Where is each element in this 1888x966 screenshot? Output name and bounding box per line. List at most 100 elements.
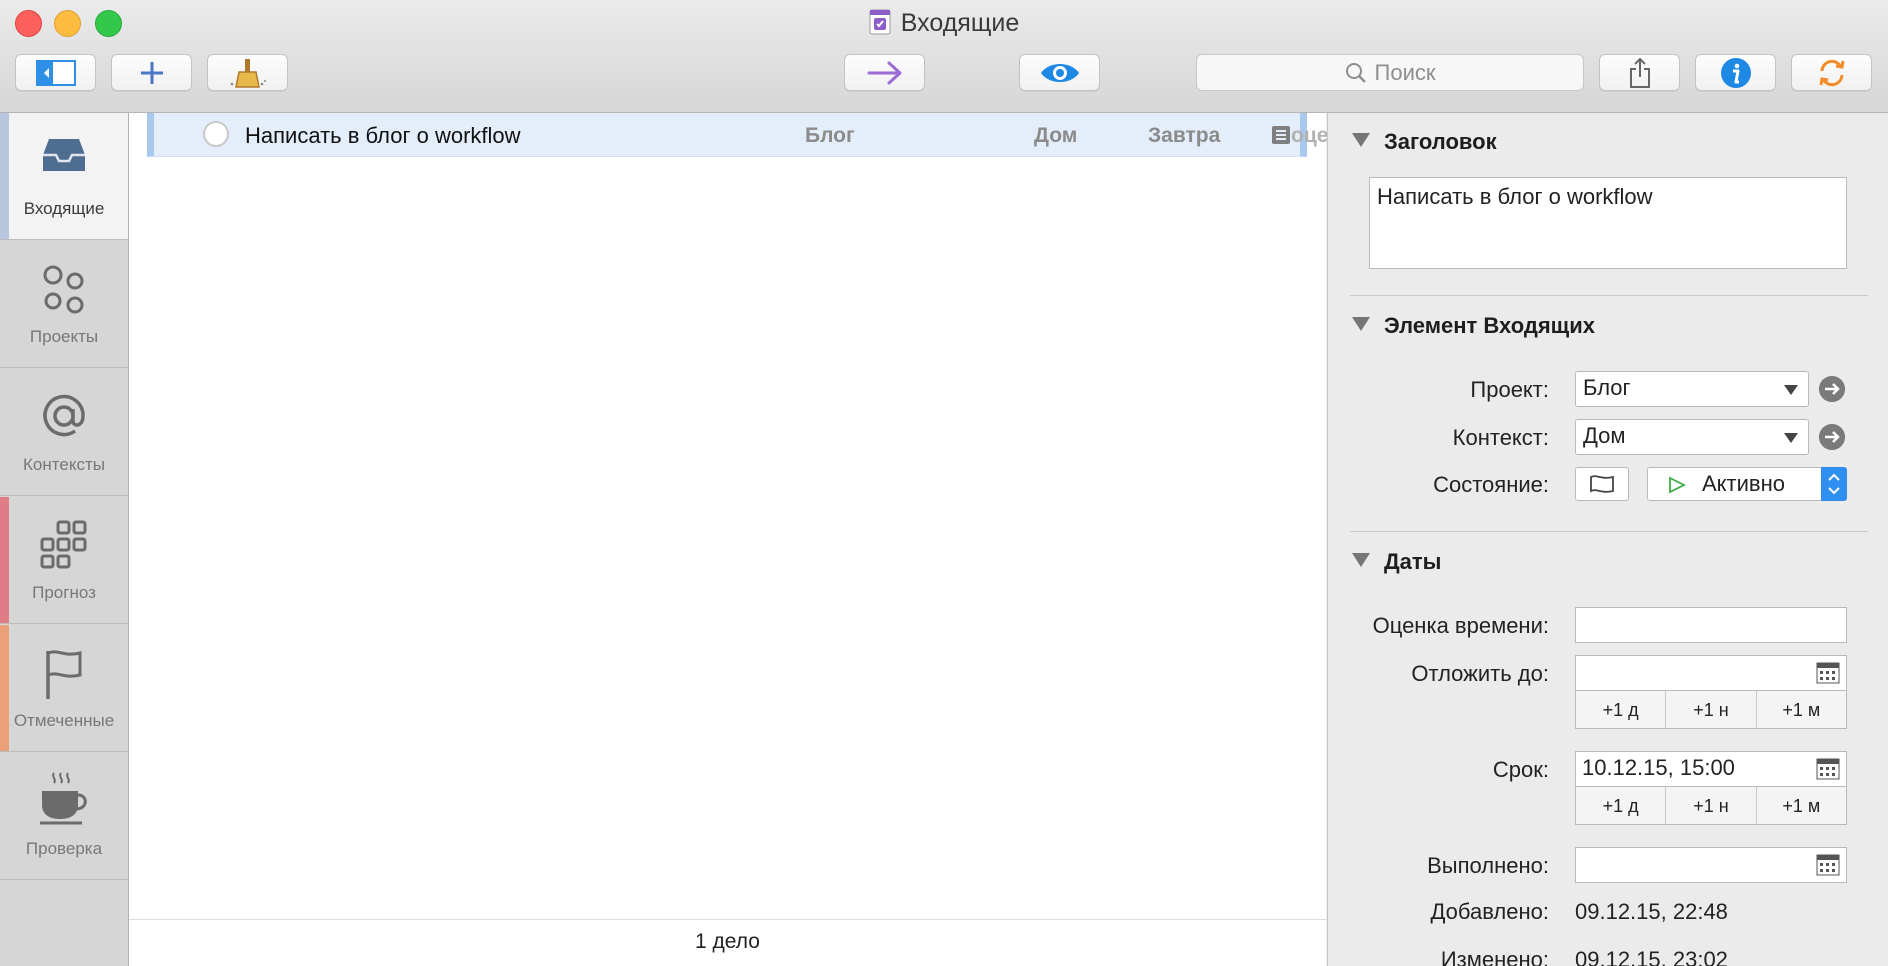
share-button[interactable] xyxy=(1599,54,1680,91)
sync-button[interactable] xyxy=(1791,54,1872,91)
sidebar-item-inbox[interactable]: Входящие xyxy=(0,113,128,240)
list-status-bar: 1 дело xyxy=(129,919,1326,966)
disclosure-triangle-icon[interactable] xyxy=(1352,553,1370,567)
inbox-color-stripe xyxy=(0,113,9,239)
modified-label: Изменено: xyxy=(1440,947,1549,966)
sidebar-item-flagged[interactable]: Отмеченные xyxy=(0,625,128,752)
go-to-context-icon[interactable] xyxy=(1819,424,1845,450)
sidebar-item-projects[interactable]: Проекты xyxy=(0,241,128,368)
task-title[interactable]: Написать в блог о workflow xyxy=(245,123,521,149)
task-row[interactable]: Написать в блог о workflow Блог Дом Завт… xyxy=(147,113,1369,157)
new-item-button[interactable] xyxy=(111,54,192,91)
sidebar-item-label: Контексты xyxy=(23,455,105,474)
note-icon[interactable] xyxy=(1272,126,1290,144)
inspector-panel: Заголовок Написать в блог о workflow Эле… xyxy=(1327,113,1888,966)
completed-date-field[interactable] xyxy=(1575,847,1847,883)
estimate-field[interactable] xyxy=(1575,607,1847,643)
task-list: Написать в блог о workflow Блог Дом Завт… xyxy=(129,113,1369,966)
window-title-text: Входящие xyxy=(900,9,1020,37)
share-icon xyxy=(1629,57,1650,88)
flag-toggle-button[interactable] xyxy=(1575,467,1629,501)
toggle-sidebar-button[interactable] xyxy=(15,54,96,91)
task-complete-checkbox[interactable] xyxy=(203,121,229,147)
move-button[interactable] xyxy=(844,54,925,91)
coffee-cup-icon xyxy=(40,772,87,825)
forecast-grid-icon xyxy=(40,520,87,569)
go-to-project-icon[interactable] xyxy=(1819,376,1845,402)
search-field[interactable]: Поиск xyxy=(1196,54,1584,91)
task-context[interactable]: Дом xyxy=(1034,123,1077,149)
sidebar-item-label: Прогноз xyxy=(32,583,96,602)
omnifocus-document-icon xyxy=(869,9,891,35)
defer-plus-month-button[interactable]: +1 м xyxy=(1757,691,1846,728)
context-label: Контекст: xyxy=(1452,425,1549,450)
sync-icon xyxy=(1819,59,1844,86)
title-textarea[interactable]: Написать в блог о workflow xyxy=(1369,177,1847,269)
sidebar-item-review[interactable]: Проверка xyxy=(0,753,128,880)
dates-section-header[interactable]: Даты xyxy=(1352,549,1441,575)
title-section-header[interactable]: Заголовок xyxy=(1352,129,1497,155)
status-label: Состояние: xyxy=(1433,472,1549,497)
item-count: 1 дело xyxy=(695,930,760,953)
calendar-icon[interactable] xyxy=(1816,854,1840,876)
view-options-button[interactable] xyxy=(1019,54,1100,91)
defer-plus-week-button[interactable]: +1 н xyxy=(1666,691,1757,728)
due-plus-month-button[interactable]: +1 м xyxy=(1757,787,1846,824)
clean-up-button[interactable] xyxy=(207,54,288,91)
defer-label: Отложить до: xyxy=(1411,661,1549,686)
chevron-down-icon xyxy=(1784,385,1798,395)
projects-circles-icon xyxy=(43,265,84,314)
defer-stepper-group: +1 д +1 н +1 м xyxy=(1575,691,1847,729)
inbox-tray-icon xyxy=(43,139,85,171)
status-popup[interactable]: Активно xyxy=(1647,467,1847,501)
inspector-button[interactable] xyxy=(1695,54,1776,91)
added-label: Добавлено: xyxy=(1430,899,1549,924)
modified-value: 09.12.15, 23:02 xyxy=(1575,947,1728,966)
estimate-label: Оценка времени: xyxy=(1372,613,1549,638)
calendar-icon[interactable] xyxy=(1816,662,1840,684)
defer-date-field[interactable] xyxy=(1575,655,1847,691)
due-plus-day-button[interactable]: +1 д xyxy=(1576,787,1667,824)
task-project[interactable]: Блог xyxy=(805,123,855,149)
sidebar-item-label: Отмеченные xyxy=(13,711,115,730)
flag-outline-icon xyxy=(1590,475,1614,493)
at-sign-icon xyxy=(43,394,85,437)
project-label: Проект: xyxy=(1470,377,1549,402)
sidebar-item-label: Входящие xyxy=(23,199,105,218)
context-popup[interactable]: Дом xyxy=(1575,419,1809,455)
added-value: 09.12.15, 22:48 xyxy=(1575,899,1728,924)
section-divider xyxy=(1350,295,1868,296)
sidebar-toggle-icon xyxy=(35,59,76,86)
window-title: Входящие xyxy=(0,6,1888,40)
perspectives-sidebar: Входящие Проекты Контексты Прогноз Отмеч… xyxy=(0,113,129,966)
chevron-down-icon xyxy=(1784,433,1798,443)
sidebar-item-contexts[interactable]: Контексты xyxy=(0,369,128,496)
project-popup[interactable]: Блог xyxy=(1575,371,1809,407)
sidebar-item-label: Проверка xyxy=(25,839,103,858)
search-placeholder: Поиск xyxy=(1374,59,1436,85)
eye-icon xyxy=(1040,63,1079,82)
calendar-icon[interactable] xyxy=(1816,758,1840,780)
task-due-date[interactable]: Завтра xyxy=(1148,123,1220,149)
arrow-right-icon xyxy=(867,61,901,84)
completed-label: Выполнено: xyxy=(1427,853,1549,878)
due-plus-week-button[interactable]: +1 н xyxy=(1666,787,1757,824)
play-icon xyxy=(1669,476,1686,494)
disclosure-triangle-icon[interactable] xyxy=(1352,133,1370,147)
search-icon xyxy=(1345,62,1366,83)
broom-icon xyxy=(230,58,266,88)
due-label: Срок: xyxy=(1492,757,1549,782)
stepper-arrows-icon xyxy=(1821,467,1847,501)
sidebar-item-forecast[interactable]: Прогноз xyxy=(0,497,128,624)
info-icon xyxy=(1720,57,1751,88)
due-date-field[interactable]: 10.12.15, 15:00 xyxy=(1575,751,1847,787)
plus-icon xyxy=(140,61,163,84)
disclosure-triangle-icon[interactable] xyxy=(1352,317,1370,331)
section-divider xyxy=(1350,531,1868,532)
flag-icon xyxy=(46,650,82,699)
sidebar-item-label: Проекты xyxy=(29,327,99,346)
due-stepper-group: +1 д +1 н +1 м xyxy=(1575,787,1847,825)
window-toolbar: Входящие Поиск xyxy=(0,0,1888,113)
defer-plus-day-button[interactable]: +1 д xyxy=(1576,691,1667,728)
inbox-section-header[interactable]: Элемент Входящих xyxy=(1352,313,1595,339)
